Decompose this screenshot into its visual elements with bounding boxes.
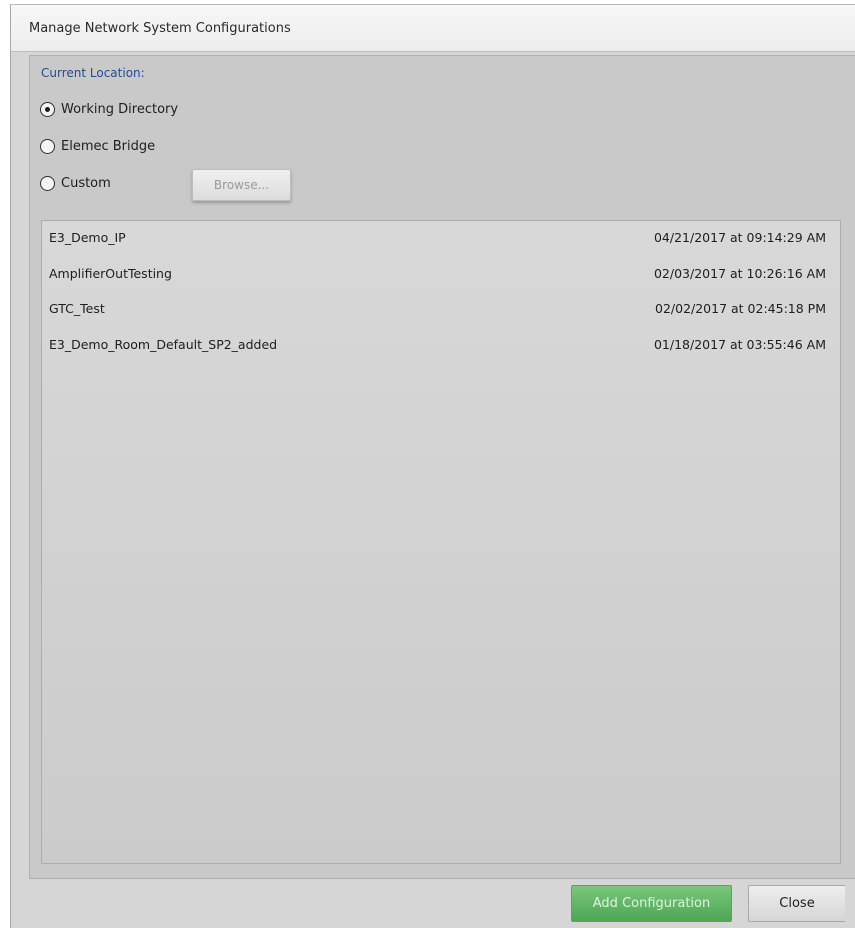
dialog-title: Manage Network System Configurations bbox=[29, 21, 291, 36]
radio-elemec-bridge[interactable]: Elemec Bridge bbox=[40, 139, 155, 154]
list-item[interactable]: AmplifierOutTesting 02/03/2017 at 10:26:… bbox=[42, 257, 840, 293]
configuration-date: 04/21/2017 at 09:14:29 AM bbox=[653, 230, 826, 245]
radio-button-icon[interactable] bbox=[40, 139, 55, 154]
radio-working-directory[interactable]: Working Directory bbox=[40, 102, 178, 117]
radio-label: Working Directory bbox=[61, 102, 179, 117]
radio-label: Elemec Bridge bbox=[61, 139, 156, 154]
dialog-titlebar[interactable]: Manage Network System Configurations bbox=[11, 5, 855, 52]
radio-button-icon[interactable] bbox=[40, 176, 55, 191]
add-configuration-button[interactable]: Add Configuration bbox=[571, 885, 732, 922]
list-item[interactable]: GTC_Test 02/02/2017 at 02:45:18 PM bbox=[42, 292, 840, 328]
list-item[interactable]: E3_Demo_Room_Default_SP2_added 01/18/201… bbox=[42, 328, 840, 364]
configuration-date: 02/02/2017 at 02:45:18 PM bbox=[655, 301, 826, 316]
configuration-date: 02/03/2017 at 10:26:16 AM bbox=[653, 266, 826, 281]
manage-configurations-dialog: Manage Network System Configurations Cur… bbox=[10, 4, 855, 928]
radio-custom[interactable]: Custom bbox=[40, 176, 111, 191]
browse-button[interactable]: Browse... bbox=[192, 169, 291, 201]
close-button[interactable]: Close bbox=[748, 885, 845, 922]
radio-button-icon[interactable] bbox=[40, 102, 55, 117]
configuration-date: 01/18/2017 at 03:55:46 AM bbox=[653, 337, 826, 352]
configuration-list[interactable]: E3_Demo_IP 04/21/2017 at 09:14:29 AM Amp… bbox=[41, 220, 841, 864]
list-item[interactable]: E3_Demo_IP 04/21/2017 at 09:14:29 AM bbox=[42, 221, 840, 257]
configuration-name: E3_Demo_IP bbox=[49, 230, 126, 245]
configuration-name: AmplifierOutTesting bbox=[49, 266, 172, 281]
content-panel: Current Location: Working Directory Elem… bbox=[29, 55, 855, 879]
configuration-name: E3_Demo_Room_Default_SP2_added bbox=[49, 337, 278, 352]
current-location-label: Current Location: bbox=[41, 66, 145, 80]
configuration-name: GTC_Test bbox=[49, 301, 105, 316]
radio-label: Custom bbox=[61, 176, 111, 191]
